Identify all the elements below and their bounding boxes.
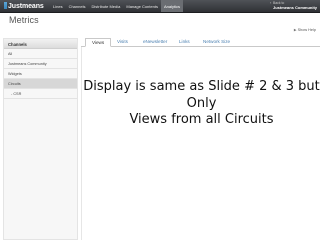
annotation-line-2: Only bbox=[186, 95, 217, 111]
show-help-label: Show Help bbox=[297, 28, 316, 32]
back-arrow-icon: ‹ bbox=[269, 0, 272, 5]
page-title: Metrics bbox=[9, 15, 39, 25]
metrics-content-panel: Display is same as Slide # 2 & 3 but Onl… bbox=[81, 47, 320, 240]
sidebar-item-all[interactable]: All bbox=[4, 49, 77, 59]
show-help-link[interactable]: ▶Show Help bbox=[294, 28, 316, 32]
justmeans-logo[interactable]: Justmeans bbox=[4, 2, 44, 10]
sidebar-item-circuits[interactable]: Circuits bbox=[4, 79, 77, 89]
tab-links[interactable]: Links bbox=[179, 39, 190, 44]
nav-item-manage-contents[interactable]: Manage Contents bbox=[123, 0, 161, 12]
back-to-community-name: Justmeans Community bbox=[272, 4, 317, 10]
logo-text: Justmeans bbox=[8, 3, 44, 10]
nav-item-channels[interactable]: Channels bbox=[66, 0, 89, 12]
nav-item-distribute-media[interactable]: Distribute Media bbox=[88, 0, 123, 12]
sidebar-item-justmeans-community[interactable]: Justmeans Community bbox=[4, 59, 77, 69]
top-navigation-bar: Justmeans Lines Channels Distribute Medi… bbox=[0, 0, 320, 13]
nav-item-analytics[interactable]: Analytics bbox=[160, 0, 183, 12]
annotation-line-3: Views from all Circuits bbox=[129, 112, 274, 127]
sidebar-header: Channels bbox=[4, 39, 77, 49]
channels-sidebar: Channels All Justmeans Community Widgets… bbox=[3, 38, 78, 240]
tab-network-size[interactable]: Network Size bbox=[203, 39, 230, 44]
main-nav: Lines Channels Distribute Media Manage C… bbox=[50, 0, 183, 12]
sidebar-item-csr[interactable]: - CSR bbox=[4, 89, 77, 99]
tab-visits[interactable]: Visits bbox=[117, 39, 128, 44]
logo-mark-icon bbox=[4, 2, 7, 9]
tab-enewsletter[interactable]: eNewsletter bbox=[143, 39, 167, 44]
slide-annotation: Display is same as Slide # 2 & 3 but Onl… bbox=[82, 79, 320, 129]
tab-views[interactable]: Views bbox=[85, 38, 112, 47]
metrics-tabs: Views Visits eNewsletter Links Network S… bbox=[81, 38, 320, 47]
back-to-community-link[interactable]: ‹ Back to Justmeans Community bbox=[269, 0, 317, 10]
annotation-line-1: Display is same as Slide # 2 & 3 but bbox=[83, 79, 320, 94]
sidebar-item-widgets[interactable]: Widgets bbox=[4, 69, 77, 79]
nav-item-lines[interactable]: Lines bbox=[50, 0, 66, 12]
expand-arrow-icon: ▶ bbox=[293, 28, 297, 32]
